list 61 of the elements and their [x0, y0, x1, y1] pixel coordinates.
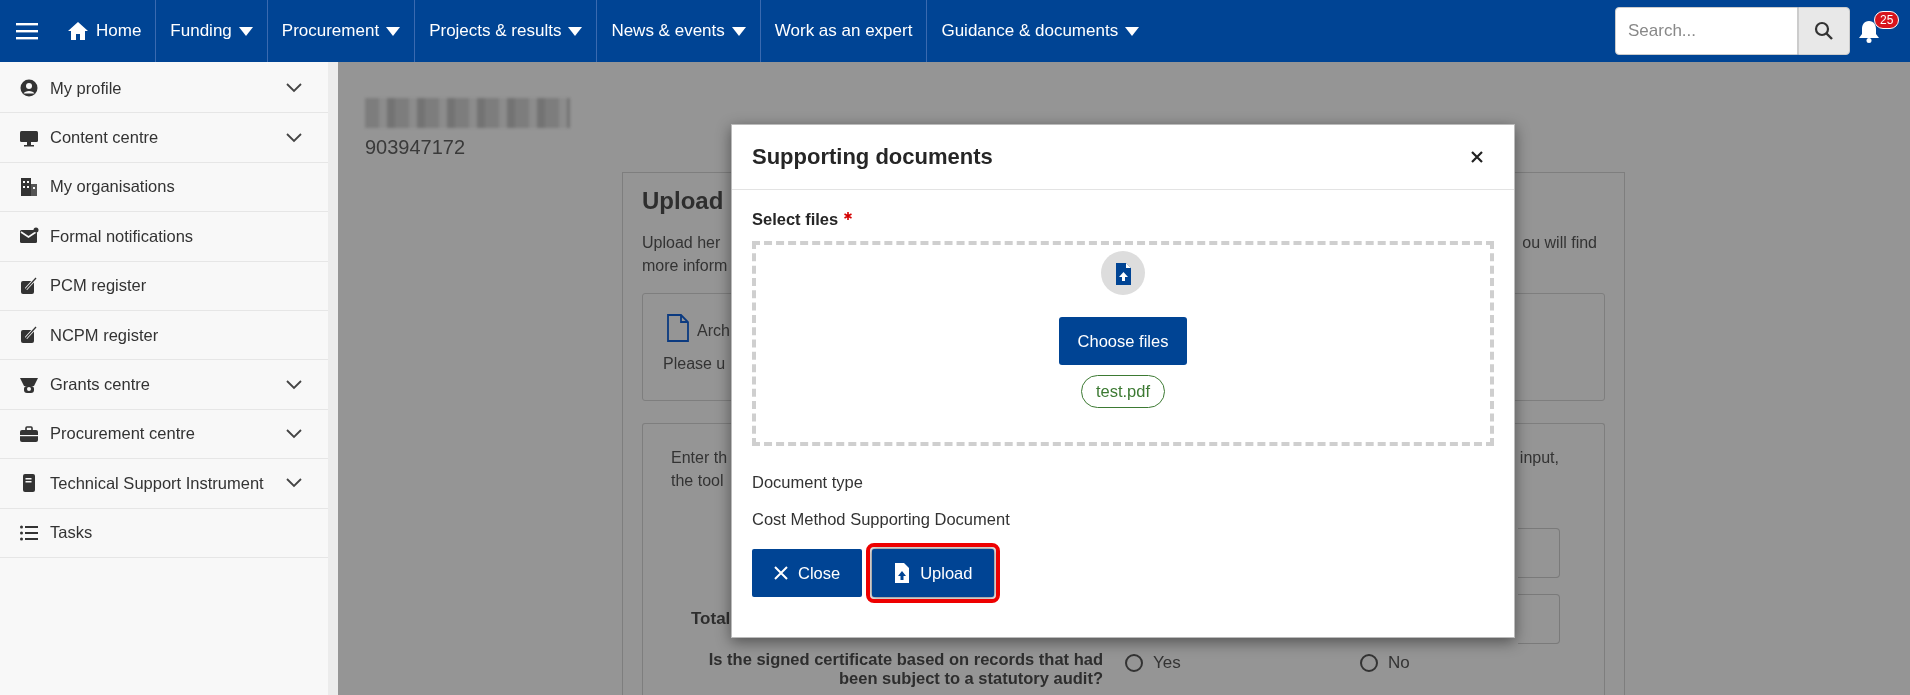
radio-option[interactable]: Yes	[1125, 652, 1360, 674]
radio-option[interactable]: No	[1360, 652, 1460, 674]
sidebar-item[interactable]: Content centre	[0, 113, 328, 163]
file-drop-zone[interactable]: Choose files test.pdf	[752, 241, 1494, 446]
document-type-value: Cost Method Supporting Document	[752, 510, 1011, 529]
sidebar-item[interactable]: Grants centre	[0, 360, 328, 410]
card-heading: Upload	[642, 187, 725, 215]
field-label: Total	[691, 609, 731, 629]
sidebar-item[interactable]: NCPM register	[0, 310, 328, 361]
chevron-down-icon	[286, 83, 302, 94]
caret-icon	[238, 26, 253, 36]
sidebar-item[interactable]: Procurement centre	[0, 409, 328, 460]
intro-text: ou will find	[1522, 233, 1597, 253]
intro-text: more inform	[642, 256, 728, 276]
search-field[interactable]: Search...	[1615, 7, 1798, 55]
search-icon	[1814, 21, 1834, 41]
home-icon	[67, 21, 89, 41]
notification-count-badge: 25	[1874, 11, 1900, 29]
chevron-down-icon	[286, 379, 302, 390]
sidebar-item[interactable]: Tasks	[0, 508, 328, 558]
caret-icon	[1125, 26, 1140, 36]
briefcase-icon	[19, 423, 39, 444]
building-icon	[19, 176, 39, 197]
caret-icon	[568, 26, 583, 36]
archive-title: Arch	[697, 321, 730, 341]
file-upload-icon	[1101, 251, 1145, 295]
notification-bell-icon[interactable]	[1858, 19, 1880, 43]
field-label: Document type	[752, 473, 864, 492]
field-label: Select files	[752, 210, 839, 229]
dialog-title: Supporting documents	[752, 144, 993, 170]
reference-number: 903947172	[365, 136, 466, 159]
sidebar-item[interactable]: Formal notifications	[0, 212, 328, 262]
close-icon	[774, 566, 788, 580]
sidebar-item[interactable]: Technical Support Instrument	[0, 459, 328, 509]
input-field[interactable]	[1518, 594, 1560, 644]
sidebar-item[interactable]: PCM register	[0, 261, 328, 311]
caret-icon	[731, 26, 746, 36]
nav-link[interactable]: Guidance & documents	[927, 0, 1154, 62]
edit-icon	[19, 275, 39, 296]
user-icon	[19, 78, 39, 99]
close-button[interactable]: Close	[752, 549, 863, 597]
intro-text: Upload her	[642, 233, 722, 253]
sidebar-item[interactable]: My organisations	[0, 162, 328, 213]
chevron-down-icon	[286, 132, 302, 143]
file-upload-icon	[894, 562, 911, 584]
menu-icon[interactable]	[16, 22, 38, 40]
sidebar-item[interactable]: My profile	[0, 64, 328, 114]
chevron-down-icon	[286, 428, 302, 439]
search-button[interactable]	[1798, 7, 1850, 55]
instruction-text: input,	[1519, 448, 1559, 468]
caret-icon	[386, 26, 401, 36]
chevron-down-icon	[286, 478, 302, 489]
instruction-text: the tool	[671, 471, 725, 491]
close-icon[interactable]	[1470, 150, 1484, 164]
archive-text: Please u	[663, 354, 727, 374]
edit-icon	[19, 325, 39, 346]
choose-files-button[interactable]: Choose files	[1058, 317, 1188, 365]
instruction-text: Enter th	[671, 448, 728, 468]
input-field[interactable]	[1518, 528, 1560, 578]
document-icon	[667, 314, 689, 342]
question-text: Is the signed certificate based on records that had been subject to a statutory audit?	[707, 650, 1103, 688]
